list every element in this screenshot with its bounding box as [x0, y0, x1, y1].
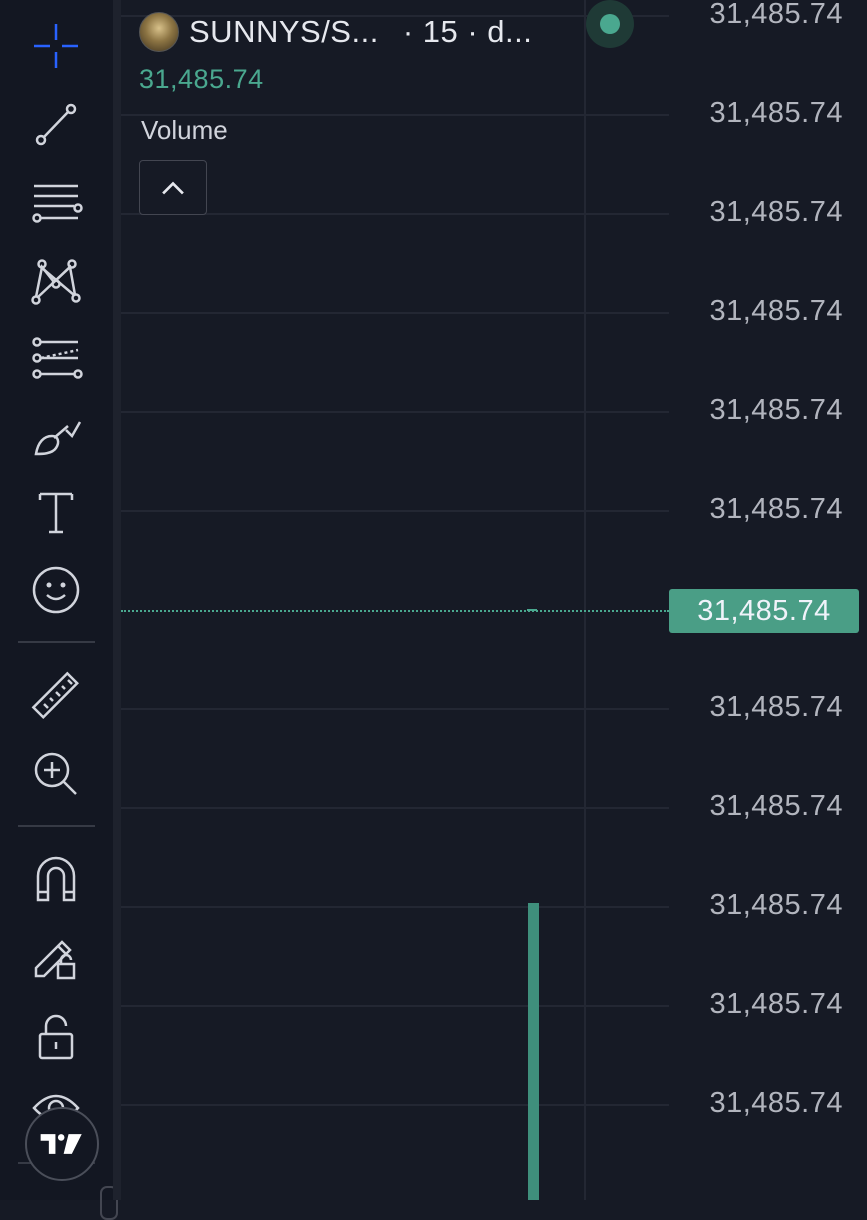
brush-tool[interactable] — [22, 402, 90, 470]
horizontal-grid-line — [121, 708, 669, 710]
symbol-logo — [139, 12, 179, 52]
pattern-icon — [31, 259, 81, 305]
fib-tool[interactable] — [22, 168, 90, 236]
chevron-up-icon — [162, 181, 184, 194]
price-axis-label: 31,485.74 — [709, 1087, 843, 1119]
current-price-line — [121, 610, 669, 612]
text-icon — [38, 492, 74, 534]
lock-drawings-tool[interactable] — [22, 922, 90, 990]
market-status-dot — [600, 14, 620, 34]
chart-legend: SUNNYS/S... · 15 · d... 31,485.74 Volume — [139, 10, 532, 215]
price-axis-label: 31,485.74 — [709, 394, 843, 426]
symbol-name[interactable]: SUNNYS/S... — [189, 14, 379, 50]
horizontal-grid-line — [121, 510, 669, 512]
zoom-in-tool[interactable] — [22, 740, 90, 808]
pattern-tool[interactable] — [22, 246, 90, 314]
horizontal-grid-line — [121, 1005, 669, 1007]
tradingview-logo[interactable] — [25, 1107, 99, 1181]
magnet-tool[interactable] — [22, 846, 90, 914]
lock-drawings-icon — [34, 940, 76, 980]
toolbar-separator — [18, 825, 95, 827]
horizontal-grid-line — [121, 312, 669, 314]
prediction-tool[interactable] — [22, 324, 90, 392]
price-axis-label: 31,485.74 — [709, 790, 843, 822]
price-axis-label: 31,485.74 — [709, 493, 843, 525]
horizontal-grid-line — [121, 1104, 669, 1106]
brush-icon — [34, 421, 82, 456]
last-candle — [527, 609, 537, 611]
trend-line-tool[interactable] — [22, 90, 90, 158]
volume-indicator-label[interactable]: Volume — [141, 115, 532, 146]
price-axis-label: 31,485.74 — [709, 97, 843, 129]
toolbar-separator — [18, 641, 95, 643]
unlock-icon — [38, 1014, 74, 1060]
price-axis-label: 31,485.74 — [709, 0, 843, 30]
prediction-icon — [32, 337, 83, 379]
market-status[interactable] — [586, 0, 634, 48]
collapse-legend-button[interactable] — [139, 160, 207, 215]
magnet-icon — [36, 856, 76, 902]
emoji-tool[interactable] — [22, 556, 90, 624]
symbol-interval[interactable]: · 15 · d... — [403, 14, 533, 50]
chart-pane[interactable]: 31,485.74 31,485.74 31,485.74 31,485.74 31,4… — [121, 0, 867, 1200]
horizontal-grid-line — [121, 411, 669, 413]
vertical-grid-line — [584, 0, 586, 1200]
price-axis-label: 31,485.74 — [709, 295, 843, 327]
emoji-icon — [32, 566, 80, 614]
price-axis-label: 31,485.74 — [709, 691, 843, 723]
ruler-icon — [31, 671, 79, 719]
toolbar-divider — [113, 0, 121, 1200]
current-price-label: 31,485.74 — [669, 589, 859, 633]
fib-retracement-icon — [32, 184, 83, 223]
unlock-tool[interactable] — [22, 1002, 90, 1070]
ruler-tool[interactable] — [22, 662, 90, 730]
last-price: 31,485.74 — [139, 64, 264, 94]
trend-line-icon — [35, 103, 77, 146]
zoom-in-icon — [34, 752, 77, 795]
price-axis-label: 31,485.74 — [709, 196, 843, 228]
symbol-row[interactable]: SUNNYS/S... · 15 · d... — [139, 10, 532, 54]
volume-bar — [528, 903, 539, 1200]
text-tool[interactable] — [22, 478, 90, 546]
crosshair-icon — [34, 24, 78, 68]
price-axis-label: 31,485.74 — [709, 988, 843, 1020]
crosshair-tool[interactable] — [22, 12, 90, 80]
horizontal-grid-line — [121, 807, 669, 809]
drawing-toolbar — [0, 0, 118, 1220]
tradingview-logo-icon — [40, 1134, 82, 1154]
price-axis-label: 31,485.74 — [709, 889, 843, 921]
horizontal-grid-line — [121, 906, 669, 908]
